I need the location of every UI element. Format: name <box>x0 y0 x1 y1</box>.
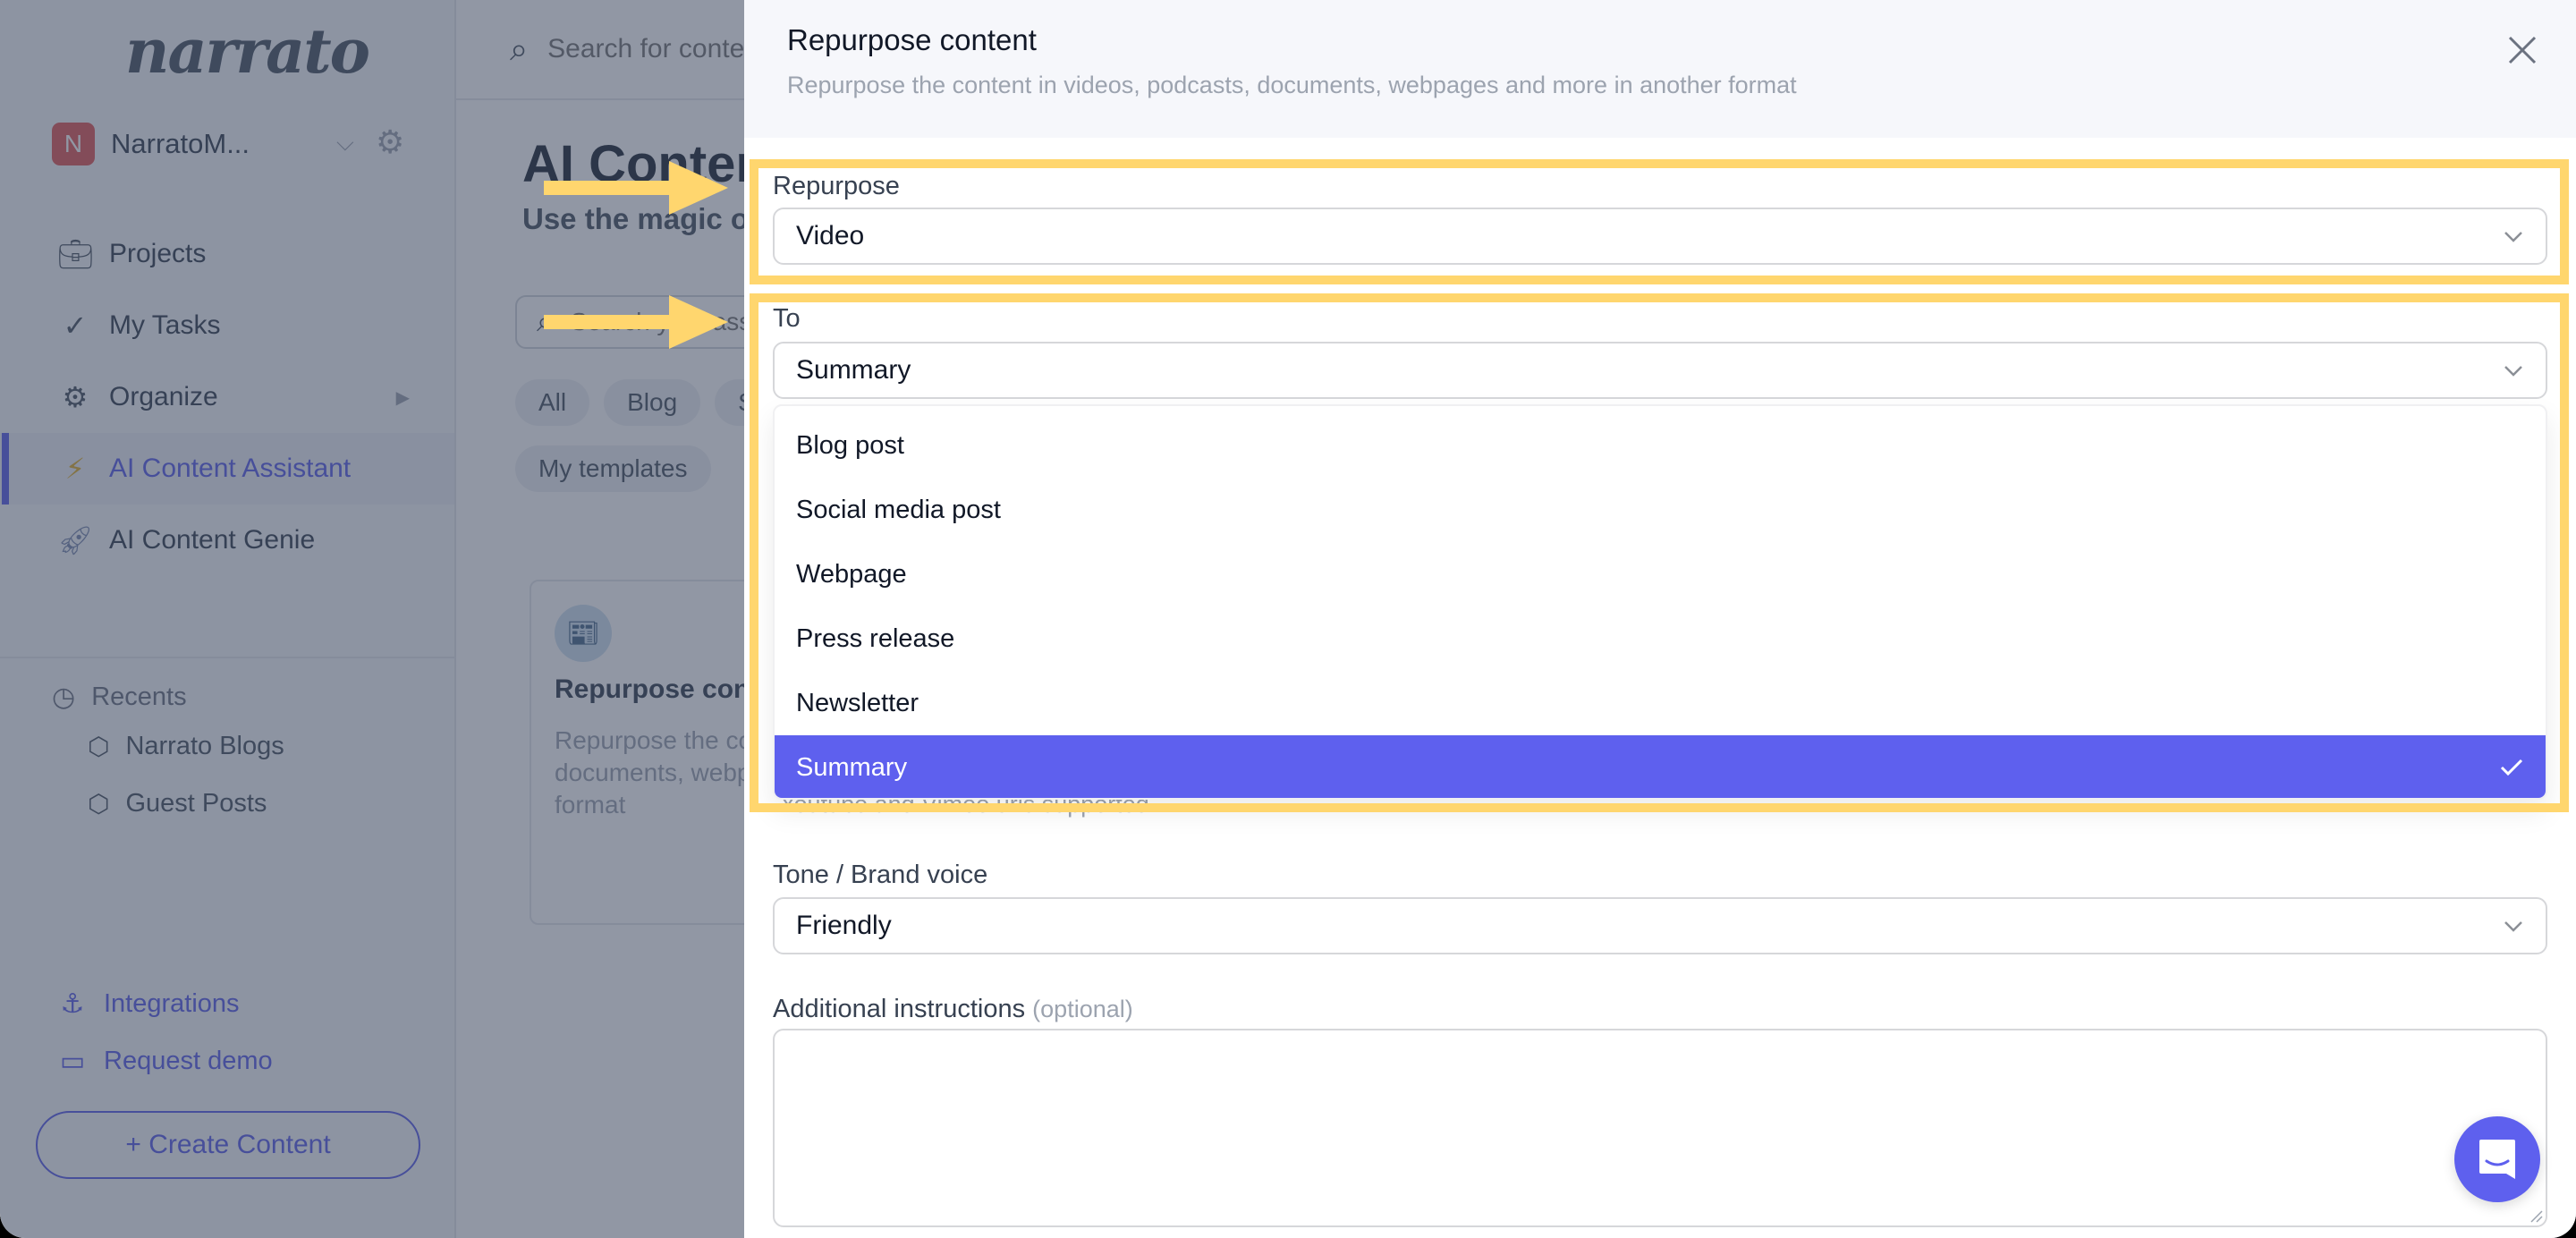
tone-value: Friendly <box>796 911 892 940</box>
repurpose-label: Repurpose <box>773 172 900 200</box>
instructions-label-text: Additional instructions <box>773 995 1026 1023</box>
option-label: Summary <box>796 752 908 782</box>
to-select[interactable]: Summary <box>773 342 2547 399</box>
chevron-down-icon <box>2504 366 2522 377</box>
repurpose-select[interactable]: Video <box>773 208 2547 265</box>
tone-label: Tone / Brand voice <box>773 861 988 889</box>
to-label: To <box>773 304 801 333</box>
option-newsletter[interactable]: Newsletter <box>775 671 2546 735</box>
close-icon[interactable] <box>2504 32 2540 68</box>
modal-subtitle: Repurpose the content in videos, podcast… <box>787 72 1797 98</box>
option-webpage[interactable]: Webpage <box>775 542 2546 606</box>
chevron-down-icon <box>2504 921 2522 932</box>
checkmark-icon <box>2500 759 2523 776</box>
chat-icon <box>2479 1140 2515 1179</box>
repurpose-value: Video <box>796 221 865 250</box>
instructions-textarea[interactable] <box>773 1029 2547 1227</box>
option-press-release[interactable]: Press release <box>775 606 2546 671</box>
chat-widget-button[interactable] <box>2454 1116 2540 1202</box>
option-blog-post[interactable]: Blog post <box>775 413 2546 478</box>
repurpose-content-modal: Repurpose content Repurpose the content … <box>744 0 2576 1238</box>
modal-title: Repurpose content <box>787 23 1037 56</box>
instructions-label: Additional instructions (optional) <box>773 995 1133 1024</box>
chevron-down-icon <box>2504 232 2522 242</box>
option-social-media-post[interactable]: Social media post <box>775 478 2546 542</box>
modal-header: Repurpose content Repurpose the content … <box>744 0 2576 138</box>
to-dropdown-menu: Blog post Social media post Webpage Pres… <box>773 404 2547 800</box>
tone-select[interactable]: Friendly <box>773 897 2547 954</box>
resize-handle-icon[interactable] <box>2528 1208 2544 1224</box>
to-value: Summary <box>796 355 911 385</box>
option-summary[interactable]: Summary <box>775 735 2546 798</box>
optional-tag: (optional) <box>1032 996 1133 1022</box>
